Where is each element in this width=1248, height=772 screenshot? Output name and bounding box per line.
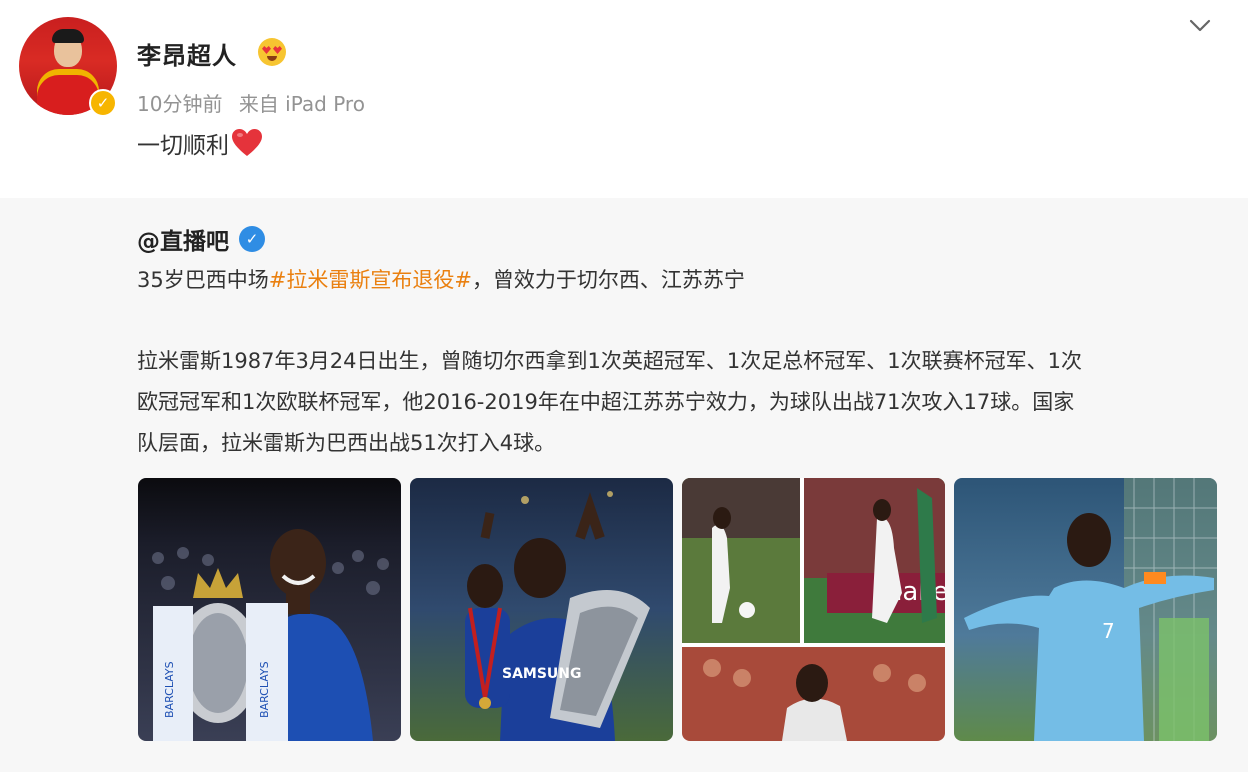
photo-caption: BARCLAYS (258, 661, 271, 718)
red-heart-emoji-icon (231, 128, 263, 158)
repost-body: 拉米雷斯1987年3月24日出生，曾随切尔西拿到1次英超冠军、1次足总杯冠军、1… (137, 341, 1217, 464)
headline-suffix: ，曾效力于切尔西、江苏苏宁 (471, 268, 745, 292)
photo-caption: BARCLAYS (163, 661, 176, 718)
repost-author[interactable]: @直播吧 ✓ (137, 222, 265, 256)
post-source[interactable]: 来自 iPad Pro (239, 92, 365, 116)
repost-headline: 35岁巴西中场#拉米雷斯宣布退役#，曾效力于切尔西、江苏苏宁 (137, 264, 745, 294)
photo-celebration[interactable]: SAMSUNG (410, 478, 673, 741)
photo-trophy[interactable]: BARCLAYS BARCLAYS (138, 478, 401, 741)
post-text: 一切顺利 (137, 126, 263, 160)
post-meta: 10分钟前 来自 iPad Pro (137, 88, 375, 117)
repost-author-name[interactable]: @直播吧 (137, 222, 229, 256)
chevron-down-icon[interactable] (1188, 14, 1212, 38)
heart-eyes-emoji-icon (258, 38, 286, 66)
hashtag-link[interactable]: #拉米雷斯宣布退役# (269, 268, 472, 292)
verified-blue-icon: ✓ (239, 226, 265, 252)
photo-collage[interactable]: make (682, 478, 945, 741)
emoji-eye-right (273, 46, 282, 54)
body-line: 队层面，拉米雷斯为巴西出战51次打入4球。 (137, 431, 556, 455)
photo-grid: BARCLAYS BARCLAYS SAMSUNG make 7 (138, 478, 1217, 741)
repost-block[interactable]: @直播吧 ✓ 35岁巴西中场#拉米雷斯宣布退役#，曾效力于切尔西、江苏苏宁 拉米… (0, 198, 1248, 772)
emoji-eye-left (262, 46, 271, 54)
body-line: 欧冠冠军和1次欧联杯冠军，他2016-2019年在中超江苏苏宁效力，为球队出战7… (137, 390, 1075, 414)
photo-caption: SAMSUNG (502, 666, 582, 682)
verified-gold-icon: ✓ (89, 89, 117, 117)
body-line: 拉米雷斯1987年3月24日出生，曾随切尔西拿到1次英超冠军、1次足总杯冠军、1… (137, 349, 1082, 373)
photo-jiangsu[interactable]: 7 (954, 478, 1217, 741)
headline-prefix: 35岁巴西中场 (137, 268, 269, 292)
weibo-post: ✓ 李昂超人 10分钟前 来自 iPad Pro 一切顺利 @直播吧 ✓ 35岁… (0, 0, 1248, 772)
emoji-mouth (267, 56, 277, 61)
post-text-content: 一切顺利 (137, 133, 229, 159)
username[interactable]: 李昂超人 (137, 36, 237, 71)
avatar-hair (52, 29, 84, 43)
post-time: 10分钟前 (137, 92, 223, 116)
photo-caption: 7 (1102, 619, 1115, 643)
